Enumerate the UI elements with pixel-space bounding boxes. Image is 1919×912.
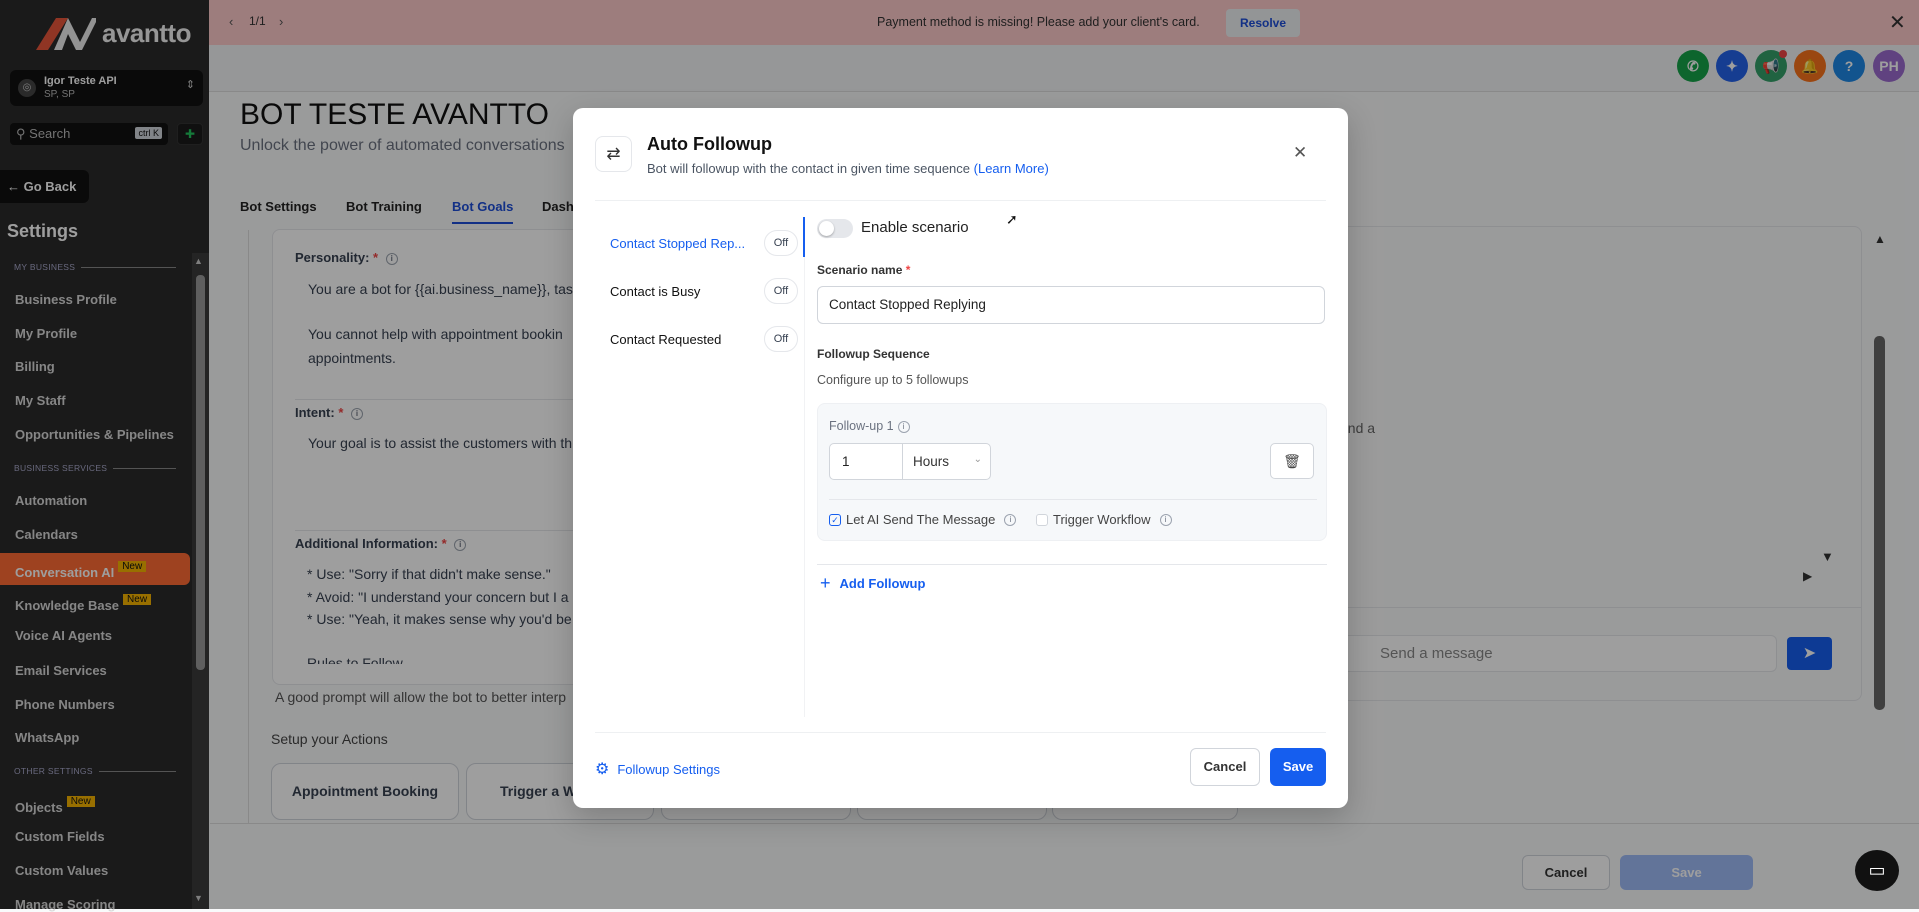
learn-more-link[interactable]: (Learn More)	[974, 161, 1049, 176]
cancel-button[interactable]: Cancel	[1190, 748, 1260, 786]
enable-scenario-label: Enable scenario	[861, 219, 969, 236]
scenario-name-input[interactable]: Contact Stopped Replying	[817, 286, 1325, 324]
sequence-hint: Configure up to 5 followups	[817, 373, 969, 387]
repeat-icon: ⇄	[595, 136, 632, 172]
link-label: Followup Settings	[617, 761, 720, 777]
sequence-title: Followup Sequence	[817, 347, 930, 361]
add-followup-button[interactable]: + Add Followup	[820, 573, 925, 594]
scenario-name-label: Scenario name *	[817, 263, 911, 277]
chat-widget-icon[interactable]: ▭	[1855, 850, 1899, 891]
mouse-cursor-icon: ➚	[1006, 211, 1018, 227]
divider	[595, 200, 1326, 201]
scenario-item-contact-requested[interactable]: Contact Requested Off	[610, 326, 798, 352]
label-text: Follow-up 1	[829, 419, 894, 433]
plus-icon: +	[820, 573, 831, 593]
delete-followup-button[interactable]: 🗑	[1270, 443, 1314, 479]
scenario-status-badge: Off	[764, 326, 798, 352]
scenario-label: Contact is Busy	[610, 283, 701, 299]
delay-unit-select[interactable]: Hours ⌄	[903, 444, 990, 479]
active-indicator	[803, 217, 805, 257]
button-label: Add Followup	[839, 576, 926, 591]
followup-settings-link[interactable]: ⚙ Followup Settings	[595, 759, 720, 779]
divider	[817, 564, 1327, 565]
checkbox-label: Let AI Send The Message	[846, 512, 996, 527]
divider	[595, 732, 1326, 733]
scenario-label: Contact Stopped Rep...	[610, 235, 746, 251]
panel-divider	[804, 217, 805, 717]
checkbox-label: Trigger Workflow	[1053, 512, 1151, 527]
chevron-down-icon: ⌄	[973, 454, 982, 465]
divider	[829, 499, 1317, 500]
label-text: Scenario name	[817, 263, 903, 277]
modal-subtitle: Bot will followup with the contact in gi…	[647, 161, 1049, 176]
info-icon[interactable]: i	[1159, 513, 1172, 526]
checkbox-unchecked-icon	[1036, 513, 1048, 526]
close-icon[interactable]: ✕	[1293, 143, 1307, 163]
subtitle-text: Bot will followup with the contact in gi…	[647, 161, 971, 176]
scenario-item-contact-busy[interactable]: Contact is Busy Off	[610, 278, 798, 304]
gear-icon: ⚙	[595, 761, 610, 778]
info-icon[interactable]: i	[1004, 513, 1017, 526]
save-button[interactable]: Save	[1270, 748, 1326, 786]
checkbox-checked-icon: ✓	[829, 513, 841, 526]
unit-value: Hours	[913, 454, 950, 469]
scenario-status-badge: Off	[764, 230, 798, 256]
scenario-item-stopped-replying[interactable]: Contact Stopped Rep... Off	[610, 230, 798, 256]
delay-amount-input[interactable]: 1	[830, 444, 903, 479]
scenario-label: Contact Requested	[610, 331, 722, 347]
enable-scenario-toggle[interactable]	[817, 219, 853, 238]
followup-label: Follow-up 1i	[829, 419, 910, 433]
scenario-status-badge: Off	[764, 278, 798, 304]
info-icon[interactable]: i	[897, 420, 910, 433]
trash-icon: 🗑	[1283, 453, 1301, 469]
followup-delay-group: 1 Hours ⌄	[829, 443, 991, 480]
auto-followup-modal: ⇄ Auto Followup Bot will followup with t…	[573, 108, 1348, 808]
let-ai-checkbox[interactable]: ✓ Let AI Send The Message i	[829, 512, 1017, 527]
trigger-workflow-checkbox[interactable]: Trigger Workflow i	[1036, 512, 1172, 527]
modal-title: Auto Followup	[647, 134, 772, 154]
followup-card: Follow-up 1i 1 Hours ⌄ 🗑 ✓ Let AI Send Th…	[817, 403, 1327, 541]
